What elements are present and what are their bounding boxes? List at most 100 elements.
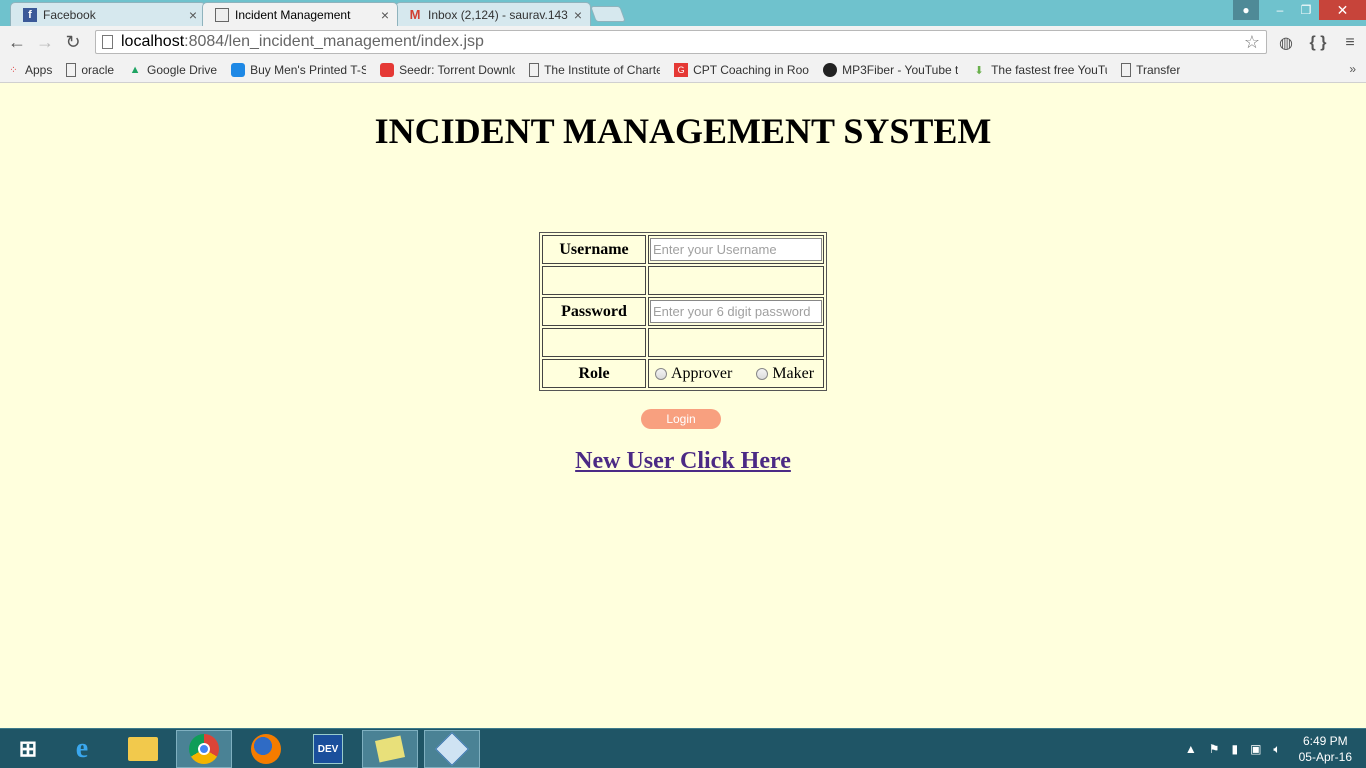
page-icon <box>66 63 77 77</box>
page-title: INCIDENT MANAGEMENT SYSTEM <box>374 111 992 151</box>
page-content: INCIDENT MANAGEMENT SYSTEM Username Pass… <box>0 84 1366 728</box>
internet-explorer-icon: e <box>75 733 89 764</box>
tab-title: Incident Management <box>235 7 351 22</box>
more-bookmarks-icon[interactable]: » <box>1349 62 1356 76</box>
login-form: Username Password Role Approver <box>539 232 827 391</box>
taskbar-virtualbox[interactable] <box>424 730 480 768</box>
bookmark-label: The Institute of Charte <box>544 63 661 77</box>
bookmark-fastest-youtube[interactable]: ⬇ The fastest free YouTu <box>972 63 1107 77</box>
bookmark-label: Transfer <box>1136 63 1181 77</box>
minimize-button[interactable]: – <box>1267 0 1293 20</box>
role-radio-group: Approver Maker <box>649 365 823 383</box>
google-drive-icon: ▲ <box>129 64 141 76</box>
spacer-cell <box>648 328 824 357</box>
apps-grid-icon: ⁘ <box>9 64 17 76</box>
bookmark-label: The fastest free YouTu <box>991 63 1108 77</box>
bookmark-oracle[interactable]: oracle <box>66 63 114 77</box>
action-center-flag-icon[interactable]: ⚑ <box>1209 742 1220 756</box>
browser-toolbar: ← → ↻ localhost:8084/len_incident_manage… <box>0 26 1366 58</box>
spacer-cell <box>648 266 824 295</box>
role-option-approver[interactable]: Approver <box>655 365 732 383</box>
bookmark-mp3fiber[interactable]: MP3Fiber - YouTube t <box>823 63 958 77</box>
system-tray: ▲ ⚑ ▮ ▣ 🔈︎ 6:49 PM 05-Apr-16 <box>1179 729 1366 768</box>
bookmark-label: oracle <box>81 63 115 77</box>
bookmark-buy-tshirt[interactable]: Buy Men's Printed T-S <box>231 63 366 77</box>
user-profile-icon[interactable]: ● <box>1233 0 1259 20</box>
clock[interactable]: 6:49 PM 05-Apr-16 <box>1299 733 1352 765</box>
menu-icon[interactable]: ≡ <box>1334 28 1366 58</box>
folder-icon <box>128 737 158 761</box>
tab-facebook[interactable]: f Facebook × <box>10 2 206 26</box>
new-tab-button[interactable] <box>590 6 626 22</box>
page-icon <box>215 7 229 22</box>
bookmark-star-icon[interactable]: ☆ <box>1244 32 1260 53</box>
json-braces-icon[interactable]: { } <box>1302 28 1334 58</box>
gmail-icon: M <box>409 7 421 22</box>
taskbar-firefox[interactable] <box>238 730 294 768</box>
cpt-icon: G <box>674 63 689 77</box>
url-host: localhost <box>121 33 185 50</box>
tab-strip: f Facebook × Incident Management × M Inb… <box>0 0 1366 26</box>
network-icon[interactable]: ▣ <box>1250 742 1261 756</box>
bookmark-apps[interactable]: ⁘ Apps <box>6 63 52 77</box>
battery-icon[interactable]: ▮ <box>1231 742 1238 756</box>
taskbar-internet-explorer[interactable]: e <box>54 730 110 768</box>
taskbar-dev-cpp[interactable]: DEV <box>300 730 356 768</box>
page-icon <box>529 63 540 77</box>
forward-arrow-icon[interactable]: → <box>31 28 59 56</box>
close-tab-icon[interactable]: × <box>189 7 197 23</box>
clock-time: 6:49 PM <box>1302 734 1348 748</box>
approver-label: Approver <box>671 364 733 382</box>
taskbar-file-explorer[interactable] <box>115 730 171 768</box>
download-arrow-icon: ⬇ <box>974 64 984 77</box>
window-controls: ● – ❐ ✕ <box>1233 0 1366 20</box>
bookmark-google-drive[interactable]: ▲ Google Drive <box>128 63 217 77</box>
tab-title: Inbox (2,124) - saurav.143 <box>428 7 568 22</box>
facebook-icon: f <box>23 7 37 22</box>
login-button[interactable]: Login <box>641 409 721 429</box>
bookmark-institute[interactable]: The Institute of Charte <box>529 63 660 77</box>
back-arrow-icon[interactable]: ← <box>3 28 31 56</box>
password-label: Password <box>542 297 646 326</box>
bookmark-cpt-coaching[interactable]: G CPT Coaching in Roor <box>674 63 809 77</box>
bookmark-label: Apps <box>25 63 53 77</box>
clock-date: 05-Apr-16 <box>1298 750 1352 764</box>
shop-icon <box>231 63 246 77</box>
username-input[interactable] <box>650 238 822 261</box>
tab-incident-management[interactable]: Incident Management × <box>202 2 398 26</box>
cube-icon <box>435 732 469 766</box>
approver-radio[interactable] <box>655 367 667 380</box>
bookmark-seedr[interactable]: Seedr: Torrent Downlo <box>380 63 515 77</box>
password-input[interactable] <box>650 300 822 323</box>
new-user-link[interactable]: New User Click Here <box>575 448 791 474</box>
reload-icon[interactable]: ↻ <box>59 28 87 56</box>
close-tab-icon[interactable]: × <box>574 7 582 23</box>
taskbar-sticky-notes[interactable] <box>362 730 418 768</box>
spacer-cell <box>542 328 646 357</box>
close-window-button[interactable]: ✕ <box>1319 0 1366 20</box>
windows-logo-icon: ⊞ <box>18 736 38 761</box>
role-option-maker[interactable]: Maker <box>756 365 814 383</box>
globe-icon[interactable]: ◍ <box>1270 28 1302 58</box>
volume-icon[interactable]: 🔈︎ <box>1273 742 1280 757</box>
bookmark-label: Seedr: Torrent Downlo <box>399 63 516 77</box>
address-bar[interactable]: localhost:8084/len_incident_management/i… <box>95 30 1267 54</box>
start-button[interactable]: ⊞ <box>0 730 56 768</box>
tab-title: Facebook <box>43 7 96 22</box>
seedr-icon <box>380 63 395 77</box>
mp3fiber-icon <box>823 63 838 77</box>
role-label: Role <box>542 359 646 388</box>
close-tab-icon[interactable]: × <box>381 7 389 23</box>
taskbar-chrome[interactable] <box>176 730 232 768</box>
bookmark-transfer[interactable]: Transfer <box>1121 63 1180 77</box>
username-label: Username <box>542 235 646 264</box>
tab-gmail-inbox[interactable]: M Inbox (2,124) - saurav.143 × <box>395 2 591 26</box>
restore-button[interactable]: ❐ <box>1293 0 1319 20</box>
page-icon <box>1121 63 1132 77</box>
bookmark-label: Google Drive <box>147 63 218 77</box>
chrome-icon <box>189 734 219 764</box>
maker-radio[interactable] <box>756 367 769 380</box>
page-icon <box>102 35 113 49</box>
show-hidden-icons-icon[interactable]: ▲ <box>1185 742 1197 756</box>
new-user-link-container: New User Click Here <box>0 448 1366 475</box>
